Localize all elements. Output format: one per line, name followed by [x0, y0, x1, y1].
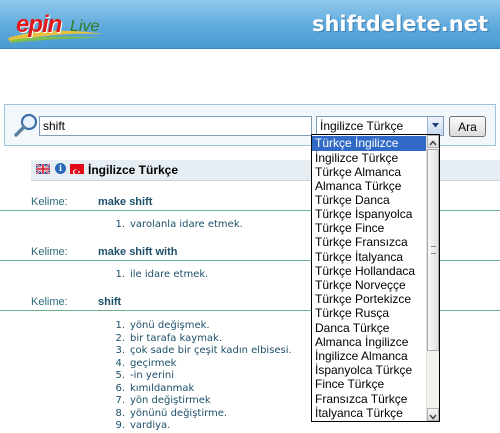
chevron-down-icon[interactable] [427, 117, 443, 135]
dropdown-scrollbar[interactable] [426, 135, 439, 421]
dropdown-option[interactable]: Türkçe Portekizce [312, 292, 426, 307]
dropdown-option[interactable]: İngilizce Almanca [312, 349, 426, 364]
logo-brand-text: epin [16, 11, 62, 38]
definition-text: kımıldanmak [130, 382, 195, 394]
dropdown-option[interactable]: Türkçe Norveççe [312, 278, 426, 293]
list-item: 6. kımıldanmak [112, 383, 292, 396]
definition-number: 7. [115, 395, 125, 406]
dropdown-option[interactable]: İngilizce Türkçe [312, 151, 426, 166]
definition-number: 1. [115, 320, 125, 331]
dropdown-option[interactable]: İspanyolca Türkçe [312, 363, 426, 378]
definition-text: vardiya. [130, 420, 171, 431]
dropdown-option[interactable]: Türkçe Fransızca [312, 235, 426, 250]
search-button[interactable]: Ara [449, 116, 486, 137]
dropdown-option[interactable]: Fransızca Türkçe [312, 392, 426, 407]
list-item: 7. yön değiştirmek [112, 395, 292, 408]
dropdown-option[interactable]: Türkçe İngilizce [312, 136, 426, 151]
scroll-thumb[interactable] [427, 149, 439, 351]
definition-number: 1. [115, 269, 125, 280]
language-select[interactable]: İngilizce Türkçe [316, 116, 444, 136]
definition-text: ile idare etmek. [130, 269, 209, 280]
definition-text: geçirmek [130, 357, 177, 369]
definition-text: yönünü değiştirme. [130, 407, 228, 419]
results-title: İngilizce Türkçe [88, 163, 179, 177]
definition-list: 1. varolanla idare etmek. [112, 219, 243, 232]
dropdown-option[interactable]: Türkçe Hollandaca [312, 264, 426, 279]
chevron-up-icon [429, 140, 437, 146]
chevron-down-icon [429, 414, 437, 420]
dropdown-option[interactable]: Türkçe Fince [312, 221, 426, 236]
magnifier-icon [14, 113, 38, 137]
list-item: 4. geçirmek [112, 358, 292, 371]
definition-number: 5. [115, 370, 125, 381]
entry-word: make shift with [98, 246, 178, 258]
list-item: 1. varolanla idare etmek. [112, 219, 243, 232]
definition-text: bir tarafa kaymak. [130, 332, 223, 344]
list-item: 5. -in yerini [112, 370, 292, 383]
dropdown-option[interactable]: Türkçe Rusça [312, 306, 426, 321]
language-select-value: İngilizce Türkçe [320, 119, 404, 133]
definition-number: 9. [115, 420, 125, 431]
definition-number: 6. [115, 382, 125, 394]
definition-number: 2. [115, 332, 125, 344]
definition-number: 8. [115, 407, 125, 419]
kelime-label: Kelime: [31, 196, 68, 208]
dropdown-option[interactable]: İtalyanca Türkçe [312, 406, 426, 421]
definition-text: çok sade bir çeşit kadın elbisesi. [130, 345, 292, 356]
uk-flag-icon[interactable] [36, 164, 50, 174]
epin-live-logo[interactable]: epin Live [6, 6, 116, 43]
scroll-down-button[interactable] [427, 408, 439, 421]
dropdown-option[interactable]: Almanca Türkçe [312, 179, 426, 194]
search-input[interactable] [39, 116, 312, 136]
turkey-flag-icon[interactable] [70, 164, 84, 175]
dropdown-option[interactable]: Fince Türkçe [312, 377, 426, 392]
dropdown-option[interactable]: Türkçe İtalyanca [312, 250, 426, 265]
dropdown-option[interactable]: Türkçe İspanyolca [312, 207, 426, 222]
list-item: 1. ile idare etmek. [112, 269, 208, 282]
dropdown-option[interactable]: Türkçe Danca [312, 193, 426, 208]
site-header: epin Live shiftdelete.net [0, 0, 500, 49]
language-dropdown-list[interactable]: Türkçe İngilizce İngilizce Türkçe Türkçe… [311, 134, 440, 422]
definition-list: 1. yönü değişmek. 2. bir tarafa kaymak. 3.… [112, 320, 292, 433]
scroll-up-button[interactable] [427, 135, 439, 148]
definition-text: varolanla idare etmek. [130, 219, 243, 230]
definition-text: yön değiştirmek [130, 395, 211, 406]
dropdown-option[interactable]: Türkçe Almanca [312, 165, 426, 180]
logo-suffix-text: Live [70, 18, 100, 35]
dropdown-option[interactable]: Danca Türkçe [312, 321, 426, 336]
list-item: 1. yönü değişmek. [112, 320, 292, 333]
dropdown-option[interactable]: Almanca İngilizce [312, 335, 426, 350]
definition-number: 4. [115, 357, 125, 369]
kelime-label: Kelime: [31, 296, 68, 308]
list-item: 9. vardiya. [112, 420, 292, 433]
site-name[interactable]: shiftdelete.net [312, 12, 488, 36]
definition-number: 3. [115, 345, 125, 356]
list-item: 3. çok sade bir çeşit kadın elbisesi. [112, 345, 292, 358]
grip-icon [431, 246, 436, 254]
definition-text: -in yerini [130, 370, 174, 381]
definition-list: 1. ile idare etmek. [112, 269, 208, 282]
info-icon[interactable]: i [55, 163, 66, 174]
definition-number: 1. [115, 219, 125, 230]
entry-word: shift [98, 296, 122, 308]
list-item: 8. yönünü değiştirme. [112, 408, 292, 421]
list-item: 2. bir tarafa kaymak. [112, 333, 292, 346]
kelime-label: Kelime: [31, 246, 68, 258]
entry-word: make shift [98, 196, 153, 208]
definition-text: yönü değişmek. [130, 320, 210, 331]
